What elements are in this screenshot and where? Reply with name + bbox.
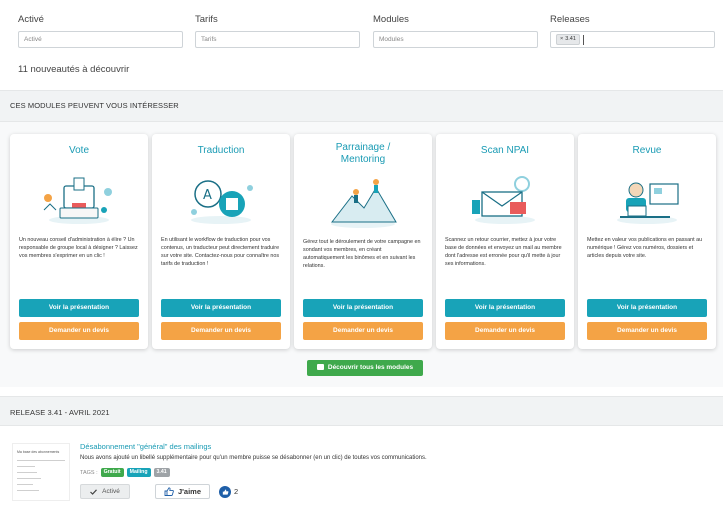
- module-card-vote: Vote Un nouveau conseil d'administration…: [10, 134, 148, 349]
- filter-bar: Activé Activé Tarifs Tarifs Modules Modu…: [18, 14, 715, 50]
- module-card-scan-npai: Scan NPAI Scannez un retour courrier, me…: [436, 134, 574, 349]
- tag-badge[interactable]: 3.41: [153, 468, 170, 477]
- filter-modules-label: Modules: [373, 14, 409, 25]
- vote-illustration: [43, 177, 112, 224]
- filter-releases-input[interactable]: × 3.41: [550, 31, 715, 48]
- tag-badge[interactable]: Mailing: [126, 468, 151, 477]
- filter-modules: Modules Modules: [373, 14, 538, 48]
- like-counter: 2: [219, 484, 238, 499]
- thumbnail-title: Ma base des abonnements: [17, 450, 60, 454]
- request-quote-button[interactable]: Demander un devis: [303, 322, 423, 340]
- activated-button[interactable]: Activé: [80, 484, 130, 499]
- view-presentation-button[interactable]: Voir la présentation: [587, 299, 707, 317]
- filter-releases: Releases × 3.41: [550, 14, 715, 48]
- thumbs-up-icon: [164, 487, 174, 496]
- release-section-title: RELEASE 3.41 - AVRIL 2021: [10, 408, 110, 417]
- release-chip[interactable]: × 3.41: [556, 34, 580, 45]
- filter-modules-input[interactable]: Modules: [373, 31, 538, 48]
- tag-badge[interactable]: Gratuit: [100, 468, 124, 477]
- module-description: Scannez un retour courrier, mettez à jou…: [445, 237, 562, 267]
- module-description: En utilisant le workflow de traduction p…: [161, 237, 280, 267]
- thumb-line: [17, 460, 65, 461]
- chip-remove-icon[interactable]: ×: [560, 35, 563, 44]
- thumbs-up-badge-icon: [219, 485, 231, 498]
- check-icon: [90, 488, 98, 495]
- filter-active-input[interactable]: Activé: [18, 31, 183, 48]
- translation-illustration: A: [191, 180, 253, 224]
- like-count-value: 2: [234, 487, 239, 496]
- filter-tarifs: Tarifs Tarifs: [195, 14, 360, 48]
- request-quote-button[interactable]: Demander un devis: [19, 322, 139, 340]
- like-label: J'aime: [177, 487, 202, 496]
- module-title-line2: Mentoring: [340, 154, 386, 165]
- text-caret: [582, 34, 584, 45]
- module-description: Un nouveau conseil d'administration à él…: [19, 237, 138, 259]
- thumb-line: [17, 484, 33, 485]
- view-presentation-button[interactable]: Voir la présentation: [445, 299, 565, 317]
- release-item-description: Nous avons ajouté un libellé supplémenta…: [80, 455, 427, 461]
- activated-label: Activé: [102, 488, 120, 495]
- release-chip-label: 3.41: [565, 36, 576, 42]
- release-tags: TAGS : Gratuit Mailing 3.41: [80, 468, 170, 477]
- module-card-translation: Traduction A En utilisant le workflow de…: [152, 134, 290, 349]
- view-presentation-button[interactable]: Voir la présentation: [161, 299, 281, 317]
- scan-illustration: [472, 176, 535, 224]
- arrow-in-icon: [316, 364, 324, 370]
- release-item-title[interactable]: Désabonnement "général" des mailings: [80, 442, 211, 451]
- module-title: Revue: [632, 145, 662, 156]
- request-quote-button[interactable]: Demander un devis: [161, 322, 281, 340]
- mentoring-illustration: [330, 179, 397, 228]
- request-quote-button[interactable]: Demander un devis: [445, 322, 565, 340]
- view-presentation-button[interactable]: Voir la présentation: [303, 299, 423, 317]
- module-title: Traduction: [197, 145, 245, 156]
- module-title-line1: Parrainage /: [335, 142, 391, 153]
- module-description: Mettez en valeur vos publications en pas…: [587, 237, 703, 259]
- module-description: Gérez tout le déroulement de votre campa…: [303, 239, 421, 269]
- tags-label: TAGS :: [80, 469, 98, 476]
- thumb-line: [17, 472, 37, 473]
- thumb-line: [17, 478, 41, 479]
- discover-all-modules-button[interactable]: Découvrir tous les modules: [307, 360, 423, 376]
- filter-tarifs-input[interactable]: Tarifs: [195, 31, 360, 48]
- release-thumbnail[interactable]: Ma base des abonnements: [12, 443, 70, 501]
- thumb-line: [17, 490, 39, 491]
- view-presentation-button[interactable]: Voir la présentation: [19, 299, 139, 317]
- module-card-mentoring: Parrainage / Mentoring Gérez tout le dér…: [294, 134, 432, 349]
- modules-section-header: CES MODULES PEUVENT VOUS INTÉRESSER: [0, 90, 723, 122]
- review-illustration: [617, 182, 679, 224]
- module-title: Scan NPAI: [480, 145, 530, 156]
- release-section-header: RELEASE 3.41 - AVRIL 2021: [0, 396, 723, 426]
- like-button[interactable]: J'aime: [155, 484, 210, 499]
- filter-active-label: Activé: [18, 14, 44, 25]
- module-card-review: Revue Mettez en valeur vos publications …: [578, 134, 716, 349]
- filter-active: Activé Activé: [18, 14, 183, 48]
- filter-releases-label: Releases: [550, 14, 590, 25]
- request-quote-button[interactable]: Demander un devis: [587, 322, 707, 340]
- module-title: Vote: [68, 145, 90, 156]
- discover-all-label: Découvrir tous les modules: [327, 364, 414, 371]
- thumb-line: [17, 466, 35, 467]
- svg-text:A: A: [203, 188, 212, 203]
- filter-tarifs-label: Tarifs: [195, 14, 218, 25]
- results-count: 11 nouveautés à découvrir: [18, 64, 130, 75]
- modules-section-title: CES MODULES PEUVENT VOUS INTÉRESSER: [10, 101, 179, 110]
